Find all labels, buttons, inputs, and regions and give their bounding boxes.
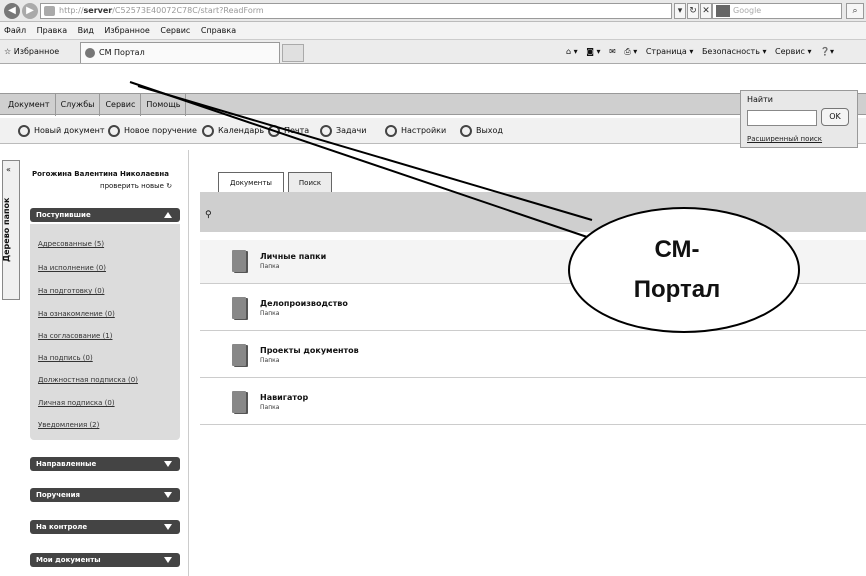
address-bar: ◀ ▶ http://server/C52573E40072C78C/start… xyxy=(0,0,866,22)
inbox-item[interactable]: Адресованные (5) xyxy=(38,240,104,248)
toolbar: Новый документ Новое поручение Календарь… xyxy=(0,118,866,144)
user-name: Рогожина Валентина Николаевна xyxy=(32,170,169,178)
star-icon: ☆ xyxy=(4,47,12,56)
tools-menu[interactable]: Сервис ▾ xyxy=(775,47,811,56)
folder-row[interactable]: Личные папки Папка xyxy=(200,240,866,284)
inbox-list: Адресованные (5) На исполнение (0) На по… xyxy=(30,224,180,440)
search-icon[interactable]: ⌕ xyxy=(846,3,864,19)
refresh-icon[interactable]: ↻ xyxy=(687,3,699,19)
app-menu-tools[interactable]: Сервис xyxy=(100,94,142,116)
folder-tree-tab-label: Дерево папок xyxy=(2,197,11,263)
safety-menu[interactable]: Безопасность ▾ xyxy=(702,47,767,56)
command-bar: ⌂ ▾ ◙ ▾ ✉ ⎙ ▾ Страница ▾ Безопасность ▾ … xyxy=(560,44,834,60)
mail-icon[interactable]: ✉ xyxy=(609,47,616,56)
tab-search[interactable]: Поиск xyxy=(288,172,332,192)
inbox-item[interactable]: Личная подписка (0) xyxy=(38,399,115,407)
chevron-down-icon xyxy=(164,557,172,563)
inbox-item[interactable]: На ознакомление (0) xyxy=(38,310,115,318)
folder-icon xyxy=(232,344,246,366)
section-inbox[interactable]: Поступившие xyxy=(30,208,180,222)
check-new-link[interactable]: проверить новые ↻ xyxy=(100,182,172,190)
favorites-bar: ☆ Избранное СМ Портал ⌂ ▾ ◙ ▾ ✉ ⎙ ▾ Стра… xyxy=(0,40,866,64)
app-menu-document[interactable]: Документ xyxy=(0,94,56,116)
help-icon[interactable]: ❓▾ xyxy=(820,47,834,56)
page-menu[interactable]: Страница ▾ xyxy=(646,47,694,56)
browser-tab[interactable]: СМ Портал xyxy=(80,42,280,63)
folder-row[interactable]: Навигатор Папка xyxy=(200,381,866,425)
section-my-documents[interactable]: Мои документы xyxy=(30,553,180,567)
find-label: Найти xyxy=(747,95,773,104)
search-input[interactable]: Google xyxy=(712,3,842,19)
url-dropdown-icon[interactable]: ▾ xyxy=(674,3,686,19)
menu-file[interactable]: Файл xyxy=(0,22,30,40)
page-icon xyxy=(85,48,95,58)
menu-edit[interactable]: Правка xyxy=(33,22,71,40)
folder-icon xyxy=(232,250,246,272)
exit-icon xyxy=(460,125,472,137)
find-ok-button[interactable]: OK xyxy=(821,108,849,126)
folder-icon xyxy=(232,391,246,413)
section-assignments[interactable]: Поручения xyxy=(30,488,180,502)
inbox-item[interactable]: На согласование (1) xyxy=(38,332,112,340)
menu-help[interactable]: Справка xyxy=(197,22,240,40)
new-task-icon xyxy=(108,125,120,137)
mail-button[interactable]: Почта xyxy=(268,123,309,139)
tasks-button[interactable]: Задачи xyxy=(320,123,366,139)
calendar-button[interactable]: Календарь xyxy=(202,123,264,139)
menu-tools[interactable]: Сервис xyxy=(156,22,194,40)
settings-icon xyxy=(385,125,397,137)
url-field[interactable]: http://server/C52573E40072C78C/start?Rea… xyxy=(40,3,672,19)
find-panel: Найти OK Расширенный поиск xyxy=(740,90,858,148)
pin-icon[interactable]: ⚲ xyxy=(205,210,212,220)
main-header-bar xyxy=(200,192,866,232)
chevron-down-icon xyxy=(164,492,172,498)
forward-icon[interactable]: ▶ xyxy=(22,3,38,19)
section-sent[interactable]: Направленные xyxy=(30,457,180,471)
mail-icon xyxy=(268,125,280,137)
folder-icon xyxy=(232,297,246,319)
chevron-down-icon xyxy=(164,524,172,530)
refresh-icon: ↻ xyxy=(166,182,173,190)
menu-view[interactable]: Вид xyxy=(74,22,98,40)
inbox-item[interactable]: На подпись (0) xyxy=(38,354,93,362)
find-input[interactable] xyxy=(747,110,817,126)
app-menu-help[interactable]: Помощь xyxy=(141,94,187,116)
inbox-item[interactable]: На подготовку (0) xyxy=(38,287,104,295)
collapse-icon[interactable]: « xyxy=(6,165,11,174)
folder-row[interactable]: Делопроизводство Папка xyxy=(200,287,866,331)
new-task-button[interactable]: Новое поручение xyxy=(108,123,197,139)
calendar-icon xyxy=(202,125,214,137)
back-icon[interactable]: ◀ xyxy=(4,3,20,19)
home-icon[interactable]: ⌂ ▾ xyxy=(566,47,578,56)
inbox-item[interactable]: Должностная подписка (0) xyxy=(38,376,138,384)
section-control[interactable]: На контроле xyxy=(30,520,180,534)
menu-bar: Файл Правка Вид Избранное Сервис Справка xyxy=(0,22,866,40)
google-icon xyxy=(716,5,730,17)
new-document-button[interactable]: Новый документ xyxy=(18,123,105,139)
tasks-icon xyxy=(320,125,332,137)
new-document-icon xyxy=(18,125,30,137)
new-tab-button[interactable] xyxy=(282,44,304,62)
exit-button[interactable]: Выход xyxy=(460,123,503,139)
page-icon xyxy=(44,6,55,16)
print-icon[interactable]: ⎙ ▾ xyxy=(624,47,637,56)
main-tabs: Документы Поиск xyxy=(200,150,866,192)
inbox-item[interactable]: Уведомления (2) xyxy=(38,421,99,429)
app-menu: Документ Службы Сервис Помощь xyxy=(0,93,866,116)
folder-row[interactable]: Проекты документов Папка xyxy=(200,334,866,378)
favorites-button[interactable]: ☆ Избранное xyxy=(4,44,59,60)
stop-icon[interactable]: ✕ xyxy=(700,3,712,19)
feeds-icon[interactable]: ◙ ▾ xyxy=(586,47,600,56)
chevron-up-icon xyxy=(164,212,172,218)
app-menu-services[interactable]: Службы xyxy=(56,94,101,116)
inbox-item[interactable]: На исполнение (0) xyxy=(38,264,106,272)
sidebar: Рогожина Валентина Николаевна проверить … xyxy=(22,150,189,576)
chevron-down-icon xyxy=(164,461,172,467)
settings-button[interactable]: Настройки xyxy=(385,123,446,139)
callout-label: СМ- Портал xyxy=(633,236,721,303)
advanced-search-link[interactable]: Расширенный поиск xyxy=(747,135,822,143)
menu-favorites[interactable]: Избранное xyxy=(100,22,153,40)
tab-documents[interactable]: Документы xyxy=(218,172,284,192)
